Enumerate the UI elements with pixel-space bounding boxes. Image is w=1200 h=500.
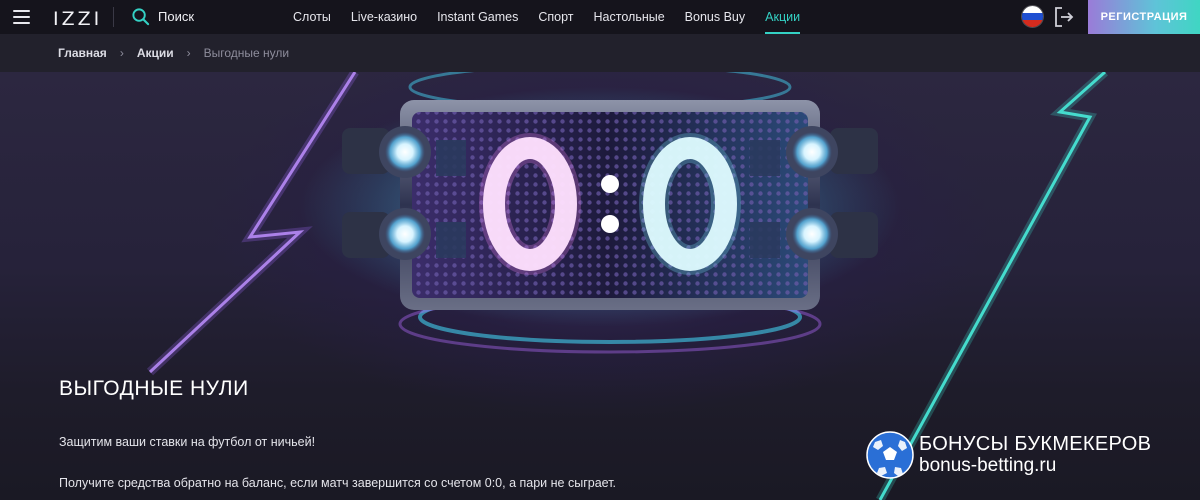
nav-promotions[interactable]: Акции [765, 0, 800, 34]
nav-live-casino[interactable]: Live-казино [351, 0, 417, 34]
promo-subtitle: Защитим ваши ставки на футбол от ничьей! [59, 435, 316, 449]
top-bar: IZZI Поиск Слоты Live-казино Instant Gam… [0, 0, 1200, 34]
nav-slots[interactable]: Слоты [293, 0, 331, 34]
nav-bonus-buy[interactable]: Bonus Buy [685, 0, 745, 34]
soccer-ball-icon [866, 431, 914, 479]
search-label: Поиск [158, 9, 195, 24]
promo-description: Получите средства обратно на баланс, есл… [59, 476, 617, 490]
watermark-url: bonus-betting.ru [919, 455, 1057, 476]
search-button[interactable]: Поиск [131, 7, 194, 26]
breadcrumb-home[interactable]: Главная [58, 46, 107, 60]
breadcrumb: Главная › Акции › Выгодные нули [0, 34, 1200, 72]
chevron-right-icon: › [186, 46, 191, 60]
logo[interactable]: IZZI [53, 8, 102, 30]
register-button[interactable]: РЕГИСТРАЦИЯ [1088, 0, 1200, 34]
search-icon [132, 8, 150, 26]
promo-title: ВЫГОДНЫЕ НУЛИ [59, 377, 249, 400]
main-nav: Слоты Live-казино Instant Games Спорт На… [293, 0, 820, 34]
nav-sport[interactable]: Спорт [538, 0, 573, 34]
hamburger-menu-icon[interactable] [13, 10, 30, 24]
divider [113, 7, 114, 27]
nav-instant-games[interactable]: Instant Games [437, 0, 518, 34]
breadcrumb-current: Выгодные нули [203, 46, 290, 60]
login-icon[interactable] [1053, 6, 1075, 28]
watermark-title: БОНУСЫ БУКМЕКЕРОВ [919, 433, 1152, 455]
nav-table-games[interactable]: Настольные [594, 0, 665, 34]
watermark: БОНУСЫ БУКМЕКЕРОВ bonus-betting.ru [865, 430, 1151, 480]
ru-flag-icon[interactable] [1022, 6, 1043, 27]
breadcrumb-promotions[interactable]: Акции [137, 46, 174, 60]
chevron-right-icon: › [119, 46, 124, 60]
